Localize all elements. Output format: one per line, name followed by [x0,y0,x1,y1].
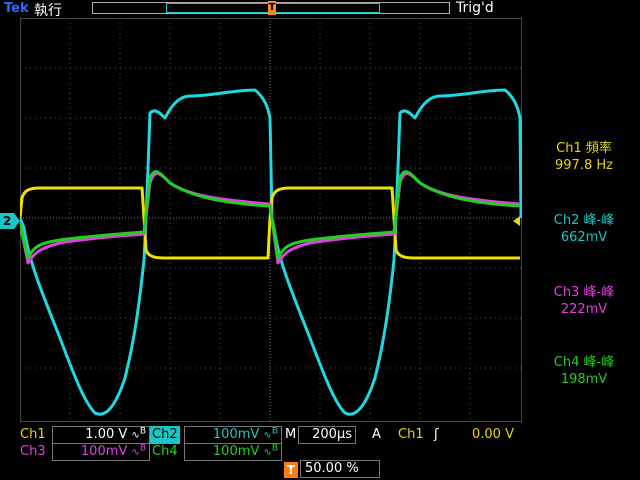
trigger-position-icon: T [284,462,298,478]
ch3-scale[interactable]: 100mV ∿B [52,443,150,461]
ch1-scale[interactable]: 1.00 V ∿B [52,426,150,444]
measurement-value: 997.8 Hz [555,158,613,173]
trigger-source[interactable]: Ch1 [396,426,426,444]
trigger-state: Trig'd [456,0,494,16]
ch1-bw-limit-icon: ∿B [131,426,146,441]
ch3-label[interactable]: Ch3 [18,443,48,461]
ch2-scale-value: 100mV [212,427,260,442]
trigger-level[interactable]: 0.00 V [470,426,516,444]
status-bar: Tek 執行 T Trig'd [0,0,640,19]
measurement-label: Ch1 頻率 [556,141,612,156]
ch2-bw-label: B [271,426,278,437]
trigger-slope-icon[interactable]: ʃ [432,426,440,444]
measurement-label: Ch3 峰-峰 [553,285,615,300]
run-state: 執行 [34,3,62,19]
ch1-scale-value: 1.00 V [85,427,128,442]
measurement-value: 222mV [560,302,608,317]
waveform-graticule [20,18,522,422]
measurement-ch1-frequency[interactable]: Ch1 頻率 997.8 Hz [528,140,640,174]
timebase-scale[interactable]: 200µs [298,426,356,444]
measurement-label: Ch4 峰-峰 [553,355,615,370]
brand-logo: Tek [4,1,29,16]
ch2-label[interactable]: Ch2 [150,426,180,444]
ch4-scale[interactable]: 100mV ∿B [184,443,282,461]
trigger-level-arrow-icon[interactable] [513,216,520,226]
measurement-ch2-pk-pk[interactable]: Ch2 峰-峰 662mV [528,212,640,246]
ch1-bw-label: B [139,426,146,437]
record-trigger-marker: T [268,1,276,15]
ch4-bw-limit-icon: ∿B [263,443,278,458]
measurement-value: 198mV [560,372,608,387]
trigger-position-value[interactable]: 50.00 % [300,460,380,478]
measurement-ch4-pk-pk[interactable]: Ch4 峰-峰 198mV [528,354,640,388]
ch2-scale[interactable]: 100mV ∿B [184,426,282,444]
ch4-scale-value: 100mV [212,444,260,459]
ch4-bw-label: B [271,443,278,454]
measurement-value: 662mV [560,230,608,245]
ch3-bw-label: B [139,443,146,454]
ch4-label[interactable]: Ch4 [150,443,180,461]
measurement-ch3-pk-pk[interactable]: Ch3 峰-峰 222mV [528,284,640,318]
ch2-ground-marker[interactable]: 2 [0,213,20,229]
ch1-label[interactable]: Ch1 [18,426,48,444]
ch3-bw-limit-icon: ∿B [131,443,146,458]
measurement-label: Ch2 峰-峰 [553,213,615,228]
trigger-mode: A [372,427,381,442]
ch3-scale-value: 100mV [80,444,128,459]
timebase-label: M [285,427,297,442]
ch2-bw-limit-icon: ∿B [263,426,278,441]
